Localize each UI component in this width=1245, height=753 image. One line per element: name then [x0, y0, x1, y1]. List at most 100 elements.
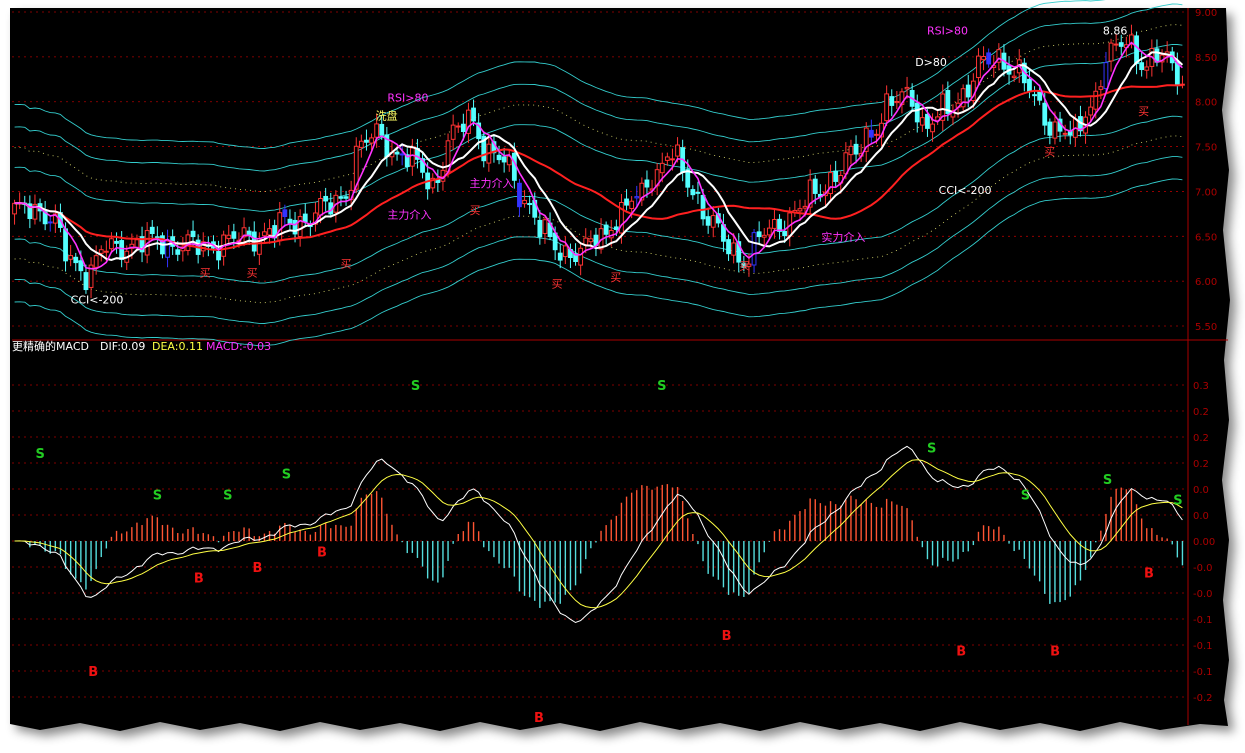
- price-tick-label: 7.50: [1195, 143, 1217, 154]
- candle-body: [63, 228, 68, 262]
- candle-body: [471, 107, 476, 122]
- candle-body: [73, 256, 79, 264]
- candle-body: [797, 208, 803, 212]
- price-annotation: 买: [1138, 105, 1149, 118]
- candle-body: [853, 143, 859, 155]
- candle-body: [47, 221, 53, 224]
- macd-signal: S: [927, 442, 936, 457]
- price-tick-label: 5.50: [1195, 322, 1217, 333]
- macd-tick-label: -0.1: [1193, 667, 1213, 678]
- candle-body: [812, 178, 818, 194]
- candle-body: [119, 240, 125, 260]
- macd-tick-label: 0.2: [1193, 407, 1209, 418]
- macd-signal: S: [282, 468, 291, 483]
- candle-body: [884, 93, 890, 122]
- candle-body: [114, 240, 119, 244]
- macd-signal: B: [534, 711, 544, 726]
- candle-body: [287, 218, 293, 224]
- macd-signal: S: [223, 488, 232, 503]
- candle-body: [925, 113, 930, 129]
- macd-tick-label: 0.0: [1193, 511, 1209, 522]
- candle-body: [216, 251, 221, 261]
- candle-body: [190, 230, 196, 238]
- candle-body: [83, 272, 89, 291]
- candle-body: [1139, 62, 1145, 71]
- candle-body: [1047, 121, 1053, 136]
- legend-macd: MACD:-0.03: [206, 340, 271, 353]
- candle-body: [1011, 75, 1017, 79]
- price-annotation: 买: [739, 260, 750, 273]
- candle-body: [695, 191, 701, 194]
- macd-tick-label: -0.0: [1193, 563, 1213, 574]
- candle-body: [262, 231, 267, 237]
- candle-body: [613, 226, 619, 230]
- candle-body: [1108, 42, 1114, 62]
- candle-body: [522, 199, 527, 205]
- candle-body: [450, 124, 456, 140]
- candle-body: [364, 139, 369, 143]
- macd-tick-label: -0.2: [1193, 693, 1213, 704]
- candle-body: [374, 123, 380, 138]
- candle-body: [1027, 78, 1032, 92]
- candle-body: [562, 245, 568, 258]
- candle-body: [1113, 43, 1119, 46]
- candle-body: [78, 260, 84, 272]
- macd-tick-label: 0.00: [1193, 537, 1215, 548]
- macd-tick-label: 0.2: [1193, 433, 1209, 444]
- candle-body: [302, 213, 308, 223]
- macd-signal: B: [1050, 644, 1060, 659]
- price-annotation: 买: [247, 267, 258, 280]
- candle-body: [149, 226, 155, 234]
- candle-body: [165, 239, 170, 258]
- price-annotation: 主力介入: [469, 177, 513, 190]
- candle-body: [1134, 35, 1139, 65]
- candle-body: [282, 209, 288, 217]
- macd-signal: B: [88, 665, 98, 680]
- candle-body: [981, 56, 986, 61]
- candle-body: [369, 137, 374, 144]
- candle-body: [460, 123, 466, 132]
- candle-body: [409, 147, 415, 167]
- candle-body: [751, 232, 757, 266]
- candle-body: [904, 86, 910, 90]
- candle-body: [848, 145, 854, 156]
- macd-signal: B: [722, 629, 732, 644]
- candle-body: [1144, 66, 1150, 71]
- candle-body: [756, 231, 762, 238]
- candle-body: [1037, 91, 1043, 101]
- candle-body: [833, 170, 839, 182]
- candle-body: [1042, 102, 1048, 126]
- candle-body: [1052, 121, 1058, 139]
- candle-body: [894, 101, 900, 104]
- price-tick-label: 8.50: [1195, 53, 1217, 64]
- candle-body: [874, 133, 879, 136]
- macd-tick-label: 0.3: [1193, 381, 1209, 392]
- chart-window: 洗盘 RSI>80 RSI>80 D>80 8.86 主力介入 主力介入 实力介入 CCI<-2…: [0, 0, 1245, 749]
- candle-body: [710, 215, 716, 228]
- price-annotation: D>80: [915, 56, 947, 69]
- price-annotation: 买: [469, 204, 480, 217]
- candle-body: [343, 196, 349, 199]
- price-tick-label: 7.00: [1195, 187, 1217, 198]
- chart-canvas: 洗盘RSI>80RSI>80D>808.86主力介入主力介入实力介入CCI<-2…: [10, 0, 1230, 731]
- candle-body: [527, 203, 533, 206]
- candle-body: [843, 152, 849, 175]
- candle-body: [98, 249, 104, 254]
- candle-body: [659, 162, 665, 174]
- candle-body: [726, 239, 731, 255]
- candle-body: [761, 234, 767, 238]
- candle-body: [109, 238, 114, 250]
- candle-body: [914, 102, 920, 123]
- price-annotation: 8.86: [1103, 24, 1128, 37]
- legend-dea: DEA:0.11: [152, 340, 203, 353]
- candle-body: [231, 231, 237, 239]
- macd-tick-label: 0.0: [1193, 485, 1209, 496]
- price-tick-label: 9.00: [1195, 8, 1217, 19]
- macd-signal: B: [317, 546, 327, 561]
- candle-body: [1098, 86, 1104, 90]
- macd-signal: S: [411, 379, 420, 394]
- candle-body: [675, 144, 680, 157]
- price-annotation: 买: [552, 277, 563, 290]
- candle-body: [889, 96, 895, 106]
- candle-body: [175, 249, 181, 255]
